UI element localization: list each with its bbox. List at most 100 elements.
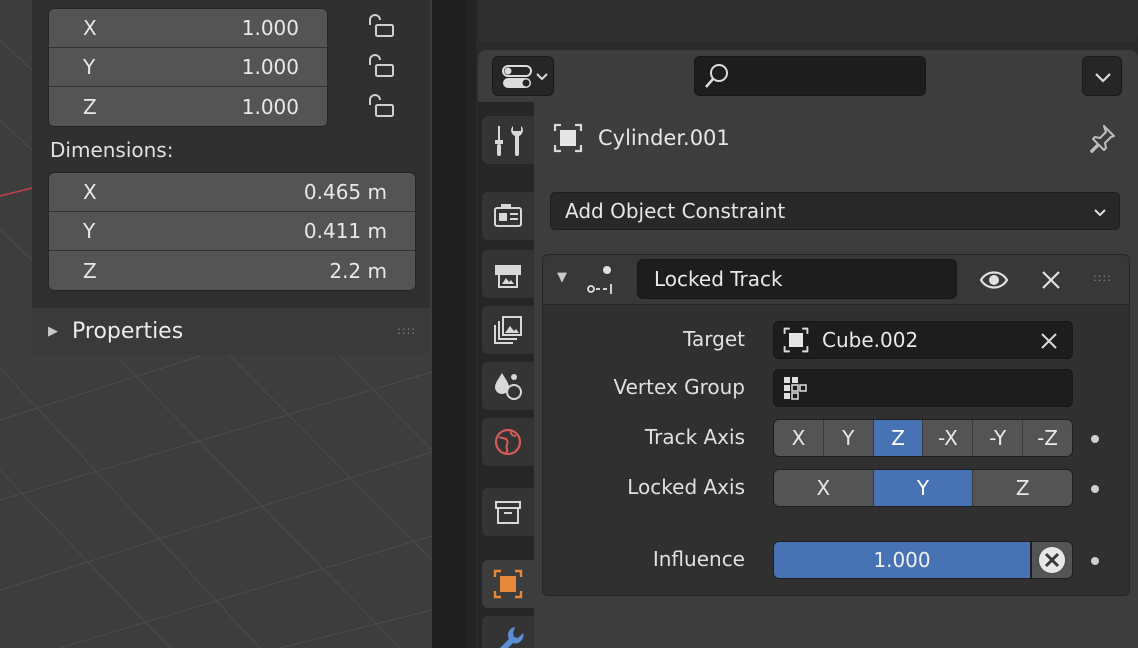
track-axis-x[interactable]: X [774, 420, 824, 456]
axis-label: X [83, 16, 97, 40]
world-globe-icon [494, 428, 522, 456]
drag-grip-icon[interactable]: :::: [1093, 271, 1112, 284]
target-object-field[interactable]: Cube.002 [773, 321, 1073, 359]
vertex-group-label: Vertex Group [613, 375, 745, 399]
scene-drops-icon [495, 373, 522, 400]
locked-axis-selector: X Y Z [773, 469, 1073, 507]
tab-collection[interactable] [482, 488, 534, 536]
track-axis-neg-x[interactable]: -X [923, 420, 974, 456]
dimension-y-field[interactable]: Y 0.411 m [49, 212, 415, 251]
unlock-icon[interactable] [366, 54, 396, 78]
properties-search-input[interactable] [694, 56, 926, 96]
object-name: Cylinder.001 [598, 126, 730, 150]
unlock-icon[interactable] [366, 94, 396, 118]
area-divider[interactable] [432, 0, 466, 648]
vertex-group-icon [784, 377, 807, 400]
tab-scene[interactable] [482, 362, 534, 410]
search-icon [705, 64, 728, 88]
track-axis-y[interactable]: Y [823, 420, 874, 456]
dimensions-label: Dimensions: [50, 138, 174, 162]
tab-world[interactable] [482, 418, 534, 466]
dimension-fields: X 0.465 m Y 0.411 m Z 2.2 m [48, 172, 416, 291]
constraint-name-input[interactable]: Locked Track [637, 259, 957, 299]
options-dropdown-button[interactable] [1082, 56, 1122, 96]
unlock-icon[interactable] [366, 14, 396, 38]
properties-tab-strip [478, 102, 534, 648]
object-square-icon [493, 569, 523, 599]
keyframe-dot[interactable] [1091, 557, 1099, 565]
printer-output-icon [495, 265, 521, 288]
constraint-header[interactable]: ▼ Locked Track :::: [543, 255, 1129, 305]
close-icon[interactable] [1037, 266, 1065, 294]
add-object-constraint-dropdown[interactable]: Add Object Constraint [550, 192, 1120, 230]
locked-axis-label: Locked Axis [627, 475, 745, 499]
vertex-group-field[interactable] [773, 369, 1073, 407]
track-axis-label: Track Axis [644, 425, 745, 449]
locked-track-constraint-icon [587, 266, 612, 294]
3d-viewport[interactable]: X 1.000 Y 1.000 Z 1.000 Dimensions: X 0.… [0, 0, 432, 648]
field-value: 0.411 m [303, 219, 387, 243]
area-divider [466, 0, 476, 648]
close-circle-icon [1039, 547, 1065, 573]
keyframe-dot[interactable] [1091, 485, 1099, 493]
track-axis-selector: X Y Z -X -Y -Z [773, 419, 1073, 457]
chevron-down-icon [1095, 73, 1111, 83]
dimension-z-field[interactable]: Z 2.2 m [49, 251, 415, 290]
dimension-x-field[interactable]: X 0.465 m [49, 173, 415, 212]
axis-label: Z [83, 258, 97, 283]
eye-icon[interactable] [979, 266, 1009, 294]
axis-label: Y [83, 219, 96, 243]
field-value: 2.2 m [329, 258, 387, 283]
field-value: 1.000 [241, 16, 299, 40]
scale-x-field[interactable]: X 1.000 [49, 9, 327, 48]
track-axis-neg-z[interactable]: -Z [1023, 420, 1072, 456]
keyframe-dot[interactable] [1091, 435, 1099, 443]
axis-label: Z [83, 94, 97, 119]
disable-keep-transform-button[interactable] [1031, 541, 1073, 579]
dropdown-label: Add Object Constraint [565, 199, 786, 223]
editor-type-button[interactable] [492, 56, 554, 96]
scale-y-field[interactable]: Y 1.000 [49, 48, 327, 87]
tab-modifiers[interactable] [482, 616, 534, 648]
collapse-triangle-icon[interactable]: ▼ [557, 270, 567, 285]
axis-label: Y [83, 55, 96, 79]
properties-editor-header [478, 50, 1138, 102]
tab-render[interactable] [482, 192, 534, 240]
locked-axis-y[interactable]: Y [873, 470, 974, 506]
image-layers-icon [494, 316, 522, 344]
track-axis-neg-y[interactable]: -Y [973, 420, 1024, 456]
chevron-down-icon [1094, 209, 1106, 217]
locked-axis-z[interactable]: Z [973, 470, 1072, 506]
target-value: Cube.002 [822, 328, 919, 352]
object-square-icon [783, 327, 809, 353]
field-value: 1.000 [241, 55, 299, 79]
properties-editor-icon [502, 65, 548, 88]
scale-z-field[interactable]: Z 1.000 [49, 87, 327, 126]
tab-tool[interactable] [482, 116, 534, 164]
object-square-icon [553, 123, 583, 153]
sidebar-transform-panel: X 1.000 Y 1.000 Z 1.000 Dimensions: X 0.… [32, 0, 430, 354]
field-value: 0.465 m [303, 180, 387, 204]
axis-label: X [83, 180, 97, 204]
influence-slider[interactable]: 1.000 [773, 541, 1031, 579]
upper-editor-area [478, 0, 1138, 42]
expand-triangle-icon[interactable]: ▶ [48, 324, 58, 339]
tab-object[interactable] [482, 560, 534, 608]
render-camera-icon [494, 204, 522, 227]
pin-icon[interactable] [1086, 122, 1118, 154]
collection-box-icon [495, 501, 521, 524]
locked-axis-x[interactable]: X [774, 470, 874, 506]
tab-view-layer[interactable] [482, 306, 534, 354]
clear-target-icon[interactable] [1038, 330, 1060, 352]
tab-output[interactable] [482, 250, 534, 298]
field-value: 1.000 [241, 94, 299, 119]
scale-fields: X 1.000 Y 1.000 Z 1.000 [48, 8, 328, 127]
screwdriver-wrench-icon [495, 126, 523, 156]
track-axis-z[interactable]: Z [873, 420, 924, 456]
subpanel-title: Properties [72, 318, 184, 344]
influence-label: Influence [652, 547, 745, 571]
target-label: Target [683, 327, 745, 351]
locked-track-constraint-panel: ▼ Locked Track :::: Target Cube.002 Vert… [542, 254, 1130, 596]
drag-grip-icon[interactable]: :::: [397, 324, 416, 337]
properties-subpanel-header[interactable]: ▶ Properties :::: [32, 308, 430, 354]
